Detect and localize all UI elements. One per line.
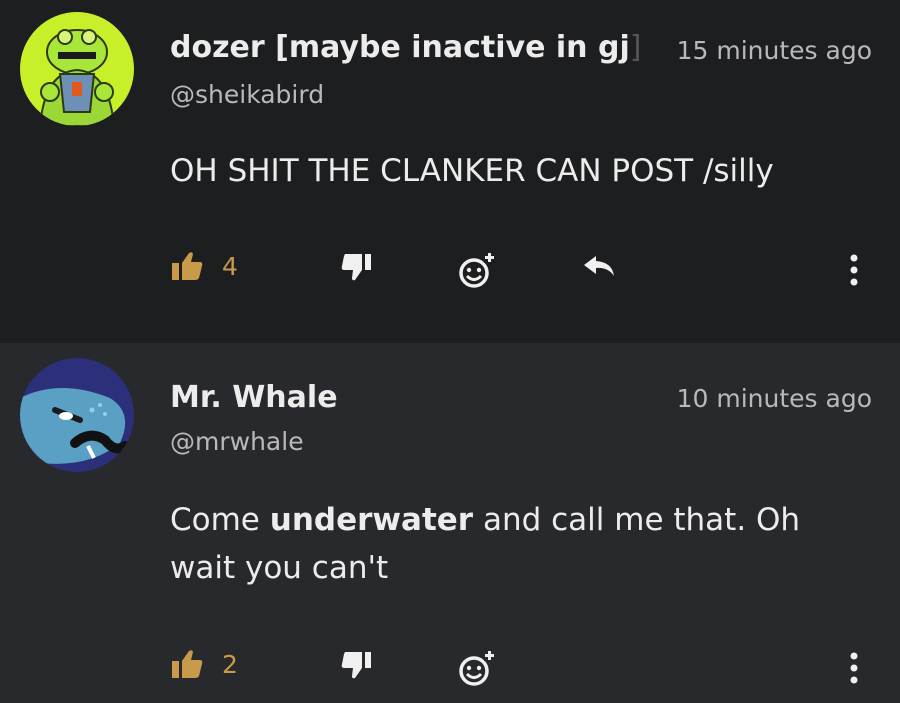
more-options-button[interactable]	[848, 650, 860, 690]
author-name[interactable]: dozer [maybe inactive in gj]	[170, 30, 641, 65]
more-options-button[interactable]	[848, 252, 860, 292]
like-count: 4	[222, 251, 238, 281]
like-count: 2	[222, 649, 238, 679]
comment-1: dozer [maybe inactive in gj] @sheikabird…	[0, 0, 900, 343]
timestamp-mrwhale: 10 minutes ago	[676, 384, 872, 413]
add-reaction-icon	[457, 648, 497, 688]
more-vertical-icon	[848, 652, 860, 690]
text-cursor: ]	[629, 30, 642, 65]
dislike-button[interactable]	[340, 648, 374, 680]
author-name-mrwhale[interactable]: Mr. Whale	[170, 380, 338, 415]
comment-actions: 4	[170, 250, 860, 290]
reply-icon	[580, 250, 618, 282]
like-button[interactable]: 2	[170, 648, 238, 680]
comment-actions-mrwhale: 2	[170, 648, 860, 688]
dislike-button[interactable]	[340, 250, 374, 282]
thumbs-down-icon	[340, 648, 374, 680]
body-text-pre: Come	[170, 502, 270, 538]
like-button[interactable]: 4	[170, 250, 238, 282]
comment-body: OH SHIT THE CLANKER CAN POST /silly	[170, 153, 774, 189]
timestamp: 15 minutes ago	[676, 36, 872, 65]
body-text-bold: underwater	[269, 502, 474, 538]
thumbs-up-icon	[170, 648, 204, 680]
thumbs-down-icon	[340, 250, 374, 282]
more-vertical-icon	[848, 254, 860, 292]
add-reaction-button[interactable]	[457, 250, 497, 290]
add-reaction-icon	[457, 250, 497, 290]
comment-body-mrwhale: Come underwater and call me that. Oh wai…	[170, 496, 860, 592]
reply-button[interactable]	[580, 250, 618, 282]
avatar-mrwhale[interactable]	[20, 358, 134, 472]
thumbs-up-icon	[170, 250, 204, 282]
author-name-text: dozer [maybe inactive in gj	[170, 30, 630, 65]
author-handle-mrwhale[interactable]: @mrwhale	[170, 427, 304, 456]
add-reaction-button[interactable]	[457, 648, 497, 688]
avatar-sheikabird[interactable]	[20, 12, 134, 126]
author-handle[interactable]: @sheikabird	[170, 80, 324, 109]
